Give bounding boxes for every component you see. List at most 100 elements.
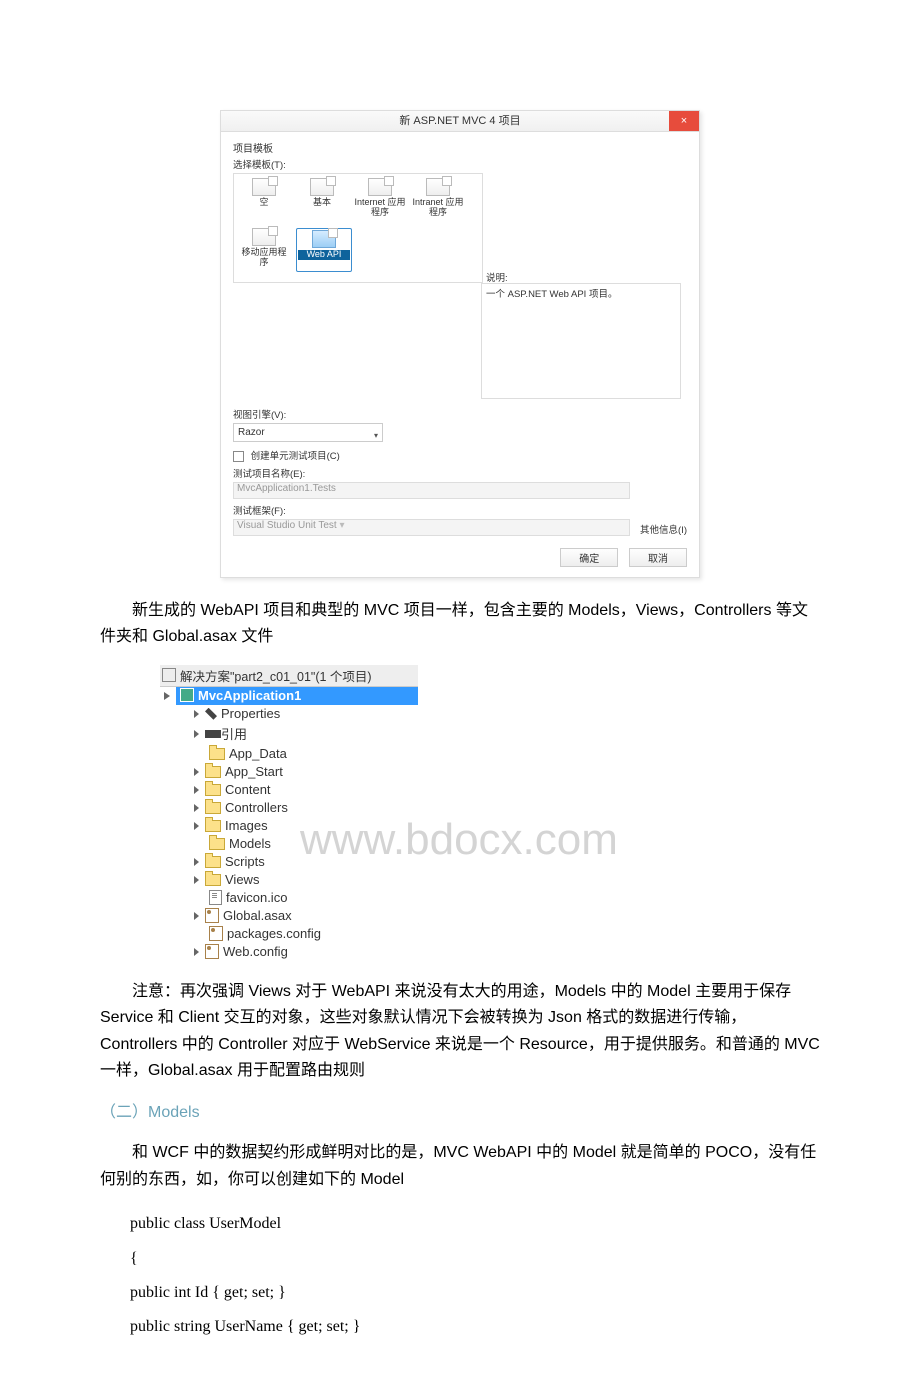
select-value: Razor xyxy=(238,427,265,438)
button-label: 取消 xyxy=(648,554,668,565)
template-icon xyxy=(426,178,450,196)
tree-label: App_Start xyxy=(225,764,283,779)
template-mobile[interactable]: 移动应用程序 xyxy=(238,228,290,272)
config-icon xyxy=(209,926,223,941)
tree-label: Global.asax xyxy=(223,908,292,923)
template-list: 空 基本 Internet 应用程序 Intranet 应用程序 xyxy=(233,173,483,283)
tree-node[interactable]: packages.config xyxy=(194,925,418,943)
tree-node[interactable]: Controllers xyxy=(194,799,418,817)
tree-node[interactable]: Content xyxy=(194,781,418,799)
create-unittest-label: 创建单元测试项目(C) xyxy=(251,451,340,462)
expand-icon[interactable] xyxy=(194,804,199,812)
link-text: 其他信息(I) xyxy=(640,525,687,536)
description-panel: 说明: 一个 ASP.NET Web API 项目。 xyxy=(481,283,681,399)
template-webapi[interactable]: Web API xyxy=(296,228,352,272)
tree-node[interactable]: Models xyxy=(194,835,418,853)
tree-label: Properties xyxy=(221,706,280,721)
template-icon xyxy=(312,230,336,248)
folder-icon xyxy=(209,838,225,850)
file-icon xyxy=(209,890,222,905)
expand-icon[interactable] xyxy=(194,858,199,866)
tree-node[interactable]: favicon.ico xyxy=(194,889,418,907)
code-block: public class UserModel { public int Id {… xyxy=(130,1207,820,1345)
code-line: public int Id { get; set; } xyxy=(130,1276,820,1310)
template-internet[interactable]: Internet 应用程序 xyxy=(354,178,406,222)
template-empty[interactable]: 空 xyxy=(238,178,290,222)
input-value: MvcApplication1.Tests xyxy=(237,483,336,494)
test-framework-label: 测试框架(F): xyxy=(233,503,630,517)
expand-icon[interactable] xyxy=(194,730,199,738)
wrench-icon xyxy=(205,708,217,720)
tree-node[interactable]: Global.asax xyxy=(194,907,418,925)
template-label: Web API xyxy=(298,250,350,260)
tree-label: Models xyxy=(229,836,271,851)
tree-node[interactable]: Properties xyxy=(194,705,418,723)
expand-icon[interactable] xyxy=(194,912,199,920)
project-icon xyxy=(180,688,194,702)
tree-node[interactable]: Images xyxy=(194,817,418,835)
folder-icon xyxy=(205,856,221,868)
test-name-input: MvcApplication1.Tests xyxy=(233,482,630,499)
tree-node[interactable]: App_Start xyxy=(194,763,418,781)
tree-label: Scripts xyxy=(225,854,265,869)
expand-icon[interactable] xyxy=(194,750,203,758)
solution-header[interactable]: 解决方案"part2_c01_01"(1 个项目) xyxy=(160,665,418,687)
template-label: Internet 应用程序 xyxy=(354,198,406,218)
template-label: 移动应用程序 xyxy=(238,248,290,268)
body-paragraph: 新生成的 WebAPI 项目和典型的 MVC 项目一样，包含主要的 Models… xyxy=(100,598,820,651)
tree-label: Views xyxy=(225,872,259,887)
desc-heading: 说明: xyxy=(486,270,676,284)
expand-icon[interactable] xyxy=(194,876,199,884)
tree-node[interactable]: Scripts xyxy=(194,853,418,871)
select-value: Visual Studio Unit Test xyxy=(237,520,337,531)
button-label: 确定 xyxy=(579,554,599,565)
tree-label: App_Data xyxy=(229,746,287,761)
ok-button[interactable]: 确定 xyxy=(560,548,618,567)
tree-node[interactable]: App_Data xyxy=(194,745,418,763)
project-node[interactable]: MvcApplication1 xyxy=(176,687,418,705)
code-line: public string UserName { get; set; } xyxy=(130,1310,820,1344)
dialog-title: 新 ASP.NET MVC 4 项目 xyxy=(399,115,520,127)
expand-icon[interactable] xyxy=(194,948,199,956)
template-label: 基本 xyxy=(296,198,348,208)
cancel-button[interactable]: 取消 xyxy=(629,548,687,567)
expand-icon[interactable] xyxy=(194,786,199,794)
folder-icon xyxy=(205,784,221,796)
template-label: Intranet 应用程序 xyxy=(412,198,464,218)
desc-text: 一个 ASP.NET Web API 项目。 xyxy=(486,286,676,300)
test-framework-select: Visual Studio Unit Test ▾ xyxy=(233,519,630,536)
folder-icon xyxy=(205,802,221,814)
new-project-dialog: 新 ASP.NET MVC 4 项目 × 项目模板 选择模板(T): 空 基本 xyxy=(220,110,700,578)
expand-icon[interactable] xyxy=(194,710,199,718)
close-icon[interactable]: × xyxy=(669,111,699,131)
solution-title: 解决方案"part2_c01_01"(1 个项目) xyxy=(180,666,372,685)
template-basic[interactable]: 基本 xyxy=(296,178,348,222)
expand-icon[interactable] xyxy=(194,930,203,938)
section-heading: （二）Models xyxy=(100,1098,820,1122)
body-paragraph: 注意：再次强调 Views 对于 WebAPI 来说没有太大的用途，Models… xyxy=(100,979,820,1085)
tree-label: favicon.ico xyxy=(226,890,287,905)
tree-label: Content xyxy=(225,782,271,797)
template-icon xyxy=(252,228,276,246)
tree-node[interactable]: Views xyxy=(194,871,418,889)
chevron-down-icon: ▾ xyxy=(374,427,378,444)
expand-icon[interactable] xyxy=(194,840,203,848)
tree-label: Images xyxy=(225,818,268,833)
folder-icon xyxy=(205,766,221,778)
template-intranet[interactable]: Intranet 应用程序 xyxy=(412,178,464,222)
expand-icon[interactable] xyxy=(194,822,199,830)
tree-node[interactable]: 引用 xyxy=(194,723,418,745)
tree-label: packages.config xyxy=(227,926,321,941)
tree-node[interactable]: Web.config xyxy=(194,943,418,961)
more-info-link[interactable]: 其他信息(I) xyxy=(640,522,687,536)
create-unittest-checkbox[interactable] xyxy=(233,451,244,462)
tree-label: 引用 xyxy=(221,724,247,743)
expand-icon[interactable] xyxy=(194,768,199,776)
folder-icon xyxy=(209,748,225,760)
dialog-titlebar: 新 ASP.NET MVC 4 项目 × xyxy=(221,111,699,132)
expand-icon[interactable] xyxy=(194,894,203,902)
solution-explorer: www.bdocx.com 解决方案"part2_c01_01"(1 个项目) … xyxy=(160,665,418,961)
select-template-label: 选择模板(T): xyxy=(233,157,483,171)
template-label: 空 xyxy=(238,198,290,208)
view-engine-select[interactable]: Razor ▾ xyxy=(233,423,383,442)
